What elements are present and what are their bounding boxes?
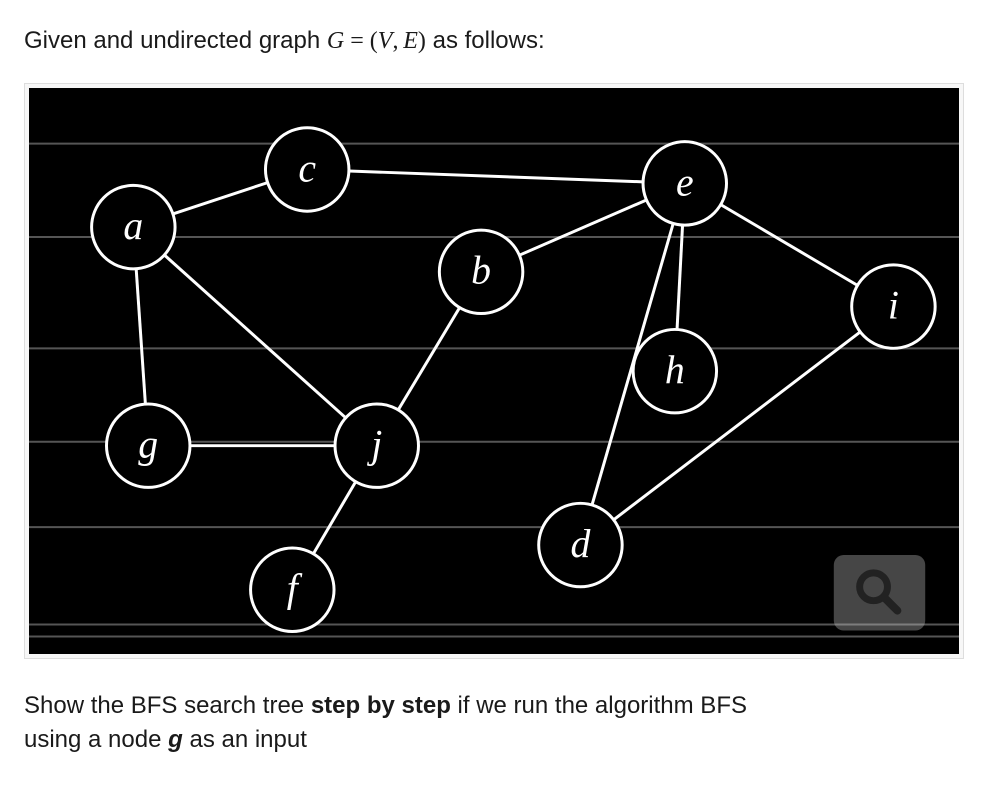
node-label-d: d [571,522,591,566]
zoom-button[interactable] [834,555,925,631]
paren-open: ( [370,28,378,54]
prompt-p2: if we run the algorithm BFS [451,692,747,719]
prompt-step-by-step: step by step [311,692,451,719]
node-j: j [335,404,418,487]
prompt-p4: as an input [183,726,307,753]
node-label-e: e [676,160,694,204]
task-prompt: Show the BFS search tree step by step if… [24,689,964,756]
graph-symbol: G [327,28,344,54]
equals: = [344,28,370,54]
node-h: h [633,329,716,412]
prompt-p1: Show the BFS search tree [24,692,311,719]
node-label-g: g [138,422,158,466]
node-label-c: c [298,146,316,190]
set-E: E [403,28,418,54]
node-label-h: h [665,348,685,392]
node-a: a [92,185,175,268]
comma: , [392,28,403,54]
node-g: g [107,404,190,487]
node-i: i [852,264,935,347]
node-d: d [539,503,622,586]
node-e: e [643,141,726,224]
graph-figure: a c b e i h g j d f [24,83,964,659]
node-b: b [439,230,522,313]
set-V: V [378,28,393,54]
intro-prefix: Given and undirected graph [24,27,327,54]
node-label-a: a [123,204,143,248]
paren-close: ) [418,28,426,54]
prompt-p3: using a node [24,726,168,753]
node-label-i: i [888,283,899,327]
node-f: f [251,548,334,631]
problem-statement: Given and undirected graph G = (V, E) as… [24,24,964,59]
prompt-g-var: g [168,726,183,753]
intro-suffix: as follows: [426,27,545,54]
graph-background [29,88,959,654]
node-c: c [265,127,348,210]
graph-svg: a c b e i h g j d f [29,88,959,654]
node-label-b: b [471,248,491,292]
